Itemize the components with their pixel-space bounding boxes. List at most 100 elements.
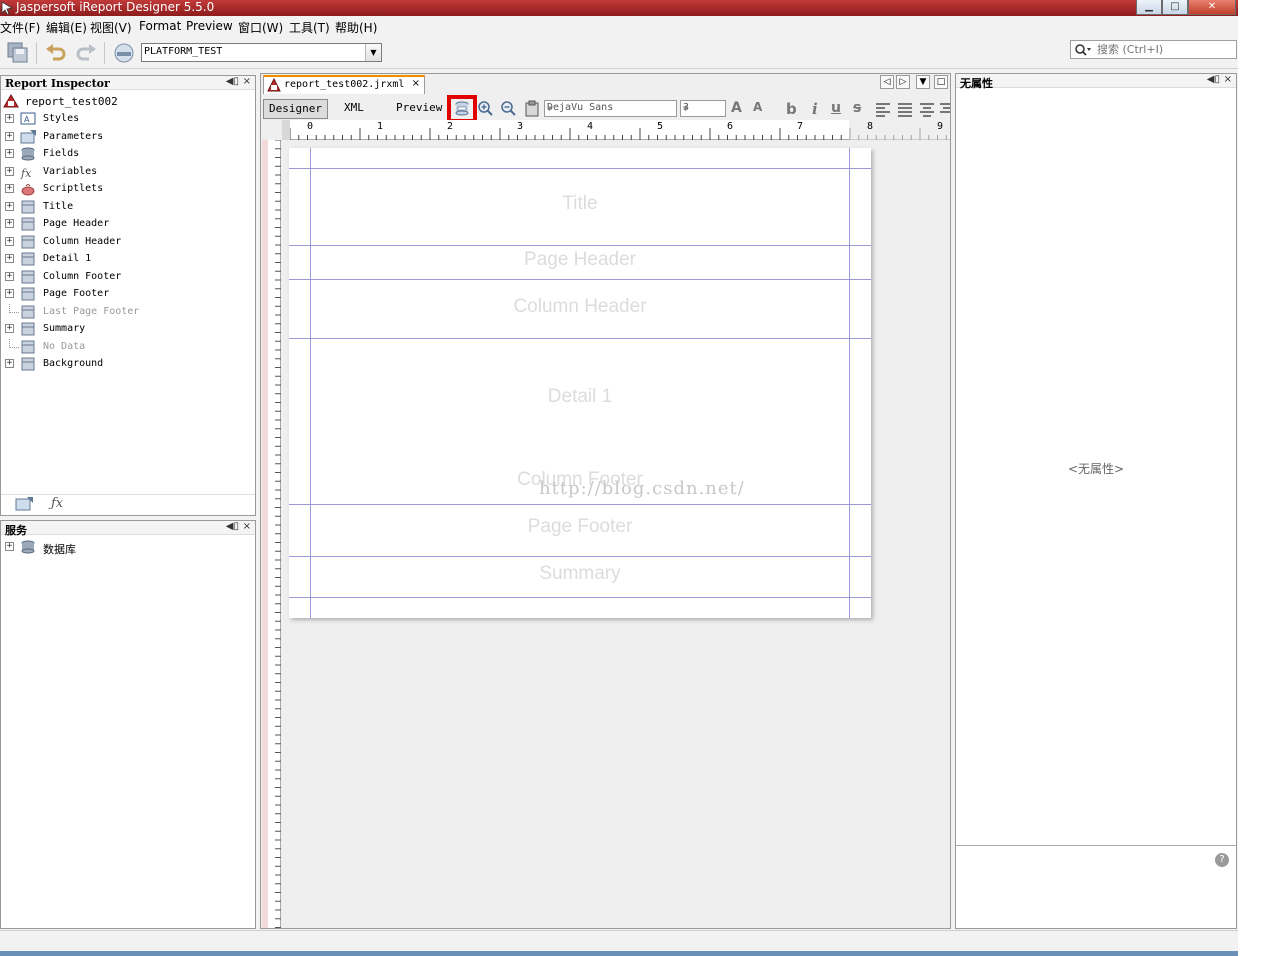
align-justify-icon[interactable] — [896, 100, 914, 118]
menu-window[interactable]: 窗口(W) — [238, 19, 283, 36]
underline-icon[interactable]: u — [831, 100, 849, 118]
maximize-button[interactable]: □ — [1162, 0, 1188, 15]
add-parameter-icon[interactable] — [13, 496, 35, 512]
tree-item-no-data[interactable]: No Data — [1, 338, 251, 356]
tree-item-scriptlets[interactable]: + Scriptlets — [1, 181, 251, 198]
scriptlets-icon — [21, 184, 35, 196]
expand-icon[interactable]: + — [5, 201, 14, 211]
band-page-footer[interactable]: Page Footer — [289, 516, 871, 538]
font-name-select[interactable]: DejaVu Sans ▼ — [544, 100, 677, 117]
minimize-panel-button[interactable]: ◀▯ — [226, 76, 239, 87]
report-query-icon[interactable] — [453, 100, 471, 118]
search-input[interactable] — [1097, 42, 1235, 57]
close-panel-button[interactable]: × — [243, 521, 251, 532]
tab-xml[interactable]: XML — [339, 99, 369, 119]
close-button[interactable]: ✕ — [1188, 0, 1236, 15]
chevron-down-icon[interactable]: ▼ — [365, 44, 381, 61]
maximize-window-icon[interactable]: □ — [934, 75, 948, 89]
align-center-icon[interactable] — [918, 100, 936, 118]
app-icon — [1, 1, 13, 15]
report-page[interactable]: Title Page Header Column Header Detail 1… — [289, 148, 871, 618]
document-tab[interactable]: report_test002.jrxml × — [263, 75, 425, 94]
bold-icon[interactable]: b — [786, 100, 804, 118]
increase-font-icon[interactable]: A — [731, 100, 749, 118]
close-panel-button[interactable]: × — [243, 76, 251, 87]
expand-icon[interactable]: + — [5, 289, 14, 298]
italic-icon[interactable]: i — [812, 100, 830, 118]
expand-icon[interactable]: + — [5, 114, 14, 123]
expand-icon[interactable]: + — [5, 166, 14, 176]
zoom-out-icon[interactable] — [500, 100, 518, 118]
redo-icon[interactable] — [74, 41, 98, 65]
minimize-panel-button[interactable]: ◀▯ — [226, 521, 239, 532]
align-right-icon[interactable] — [940, 100, 950, 118]
tree-item-fields[interactable]: + Fields — [1, 146, 251, 163]
tree-item-column-footer[interactable]: + Column Footer — [1, 269, 251, 286]
tree-item-variables[interactable]: + ƒx Variables — [1, 164, 251, 181]
properties-header: 无属性 ◀▯ × — [956, 74, 1236, 90]
band-title[interactable]: Title — [289, 193, 871, 215]
expand-icon[interactable]: + — [5, 542, 14, 551]
scroll-left-icon[interactable]: ◁ — [880, 75, 894, 89]
save-all-icon[interactable] — [6, 41, 30, 65]
expand-icon[interactable]: + — [5, 271, 14, 281]
menu-edit[interactable]: 编辑(E) — [46, 19, 87, 36]
menu-file[interactable]: 文件(F) — [0, 19, 40, 36]
expand-icon[interactable]: + — [5, 184, 14, 193]
menu-tools[interactable]: 工具(T) — [289, 19, 330, 36]
tab-designer[interactable]: Designer — [263, 99, 328, 119]
paste-format-icon[interactable] — [523, 100, 541, 118]
tree-item-column-header[interactable]: + Column Header — [1, 234, 251, 251]
tree-item-last-page-footer[interactable]: Last Page Footer — [1, 303, 251, 321]
strikethrough-icon[interactable]: s — [853, 100, 871, 118]
show-opened-documents-icon[interactable]: ▼ — [916, 75, 930, 89]
search-icon[interactable] — [1074, 43, 1092, 57]
menu-help[interactable]: 帮助(H) — [335, 19, 377, 36]
expression-fx-icon[interactable]: ƒx — [51, 496, 63, 511]
expand-icon[interactable]: + — [5, 149, 14, 158]
expand-icon[interactable]: + — [5, 236, 14, 246]
tree-item-styles[interactable]: + A Styles — [1, 111, 251, 128]
tree-item-label: Column Header — [43, 235, 122, 247]
tree-root-label: report_test002 — [25, 95, 118, 108]
menu-preview[interactable]: Preview — [186, 19, 233, 33]
band-column-header[interactable]: Column Header — [289, 296, 871, 318]
band-boundary — [289, 338, 871, 339]
tree-item-detail-1[interactable]: + Detail 1 — [1, 251, 251, 268]
expand-icon[interactable]: + — [5, 324, 14, 333]
expand-icon[interactable]: + — [5, 254, 14, 263]
chevron-down-icon[interactable]: ▼ — [683, 101, 723, 116]
tree-item-title[interactable]: + Title — [1, 199, 251, 216]
zoom-in-icon[interactable] — [477, 100, 495, 118]
expand-icon[interactable]: + — [5, 131, 14, 141]
scroll-right-icon[interactable]: ▷ — [896, 75, 910, 89]
tree-item-page-header[interactable]: + Page Header — [1, 216, 251, 233]
tree-item-summary[interactable]: + Summary — [1, 321, 251, 338]
decrease-font-icon[interactable]: A — [753, 100, 771, 118]
search-box[interactable] — [1070, 40, 1237, 59]
chevron-down-icon[interactable]: ▼ — [547, 101, 674, 116]
tree-item-parameters[interactable]: + Parameters — [1, 129, 251, 146]
band-detail-1[interactable]: Detail 1 — [289, 386, 871, 408]
tab-preview[interactable]: Preview — [391, 99, 447, 119]
menu-format[interactable]: Format — [139, 19, 181, 33]
band-page-header[interactable]: Page Header — [289, 249, 871, 271]
connection-select[interactable]: PLATFORM_TEST ▼ — [141, 43, 382, 62]
help-icon[interactable]: ? — [1215, 853, 1229, 867]
minimize-panel-button[interactable]: ◀▯ — [1207, 74, 1220, 85]
tree-item-database[interactable]: + 数据库 — [1, 539, 251, 556]
expand-icon[interactable]: + — [5, 219, 14, 228]
tree-root-report[interactable]: report_test002 — [1, 93, 251, 110]
menu-view[interactable]: 视图(V) — [90, 19, 132, 36]
font-size-select[interactable]: 3 ▼ — [680, 100, 726, 117]
close-panel-button[interactable]: × — [1224, 74, 1232, 85]
band-summary[interactable]: Summary — [289, 563, 871, 585]
close-tab-icon[interactable]: × — [412, 78, 420, 89]
tree-item-page-footer[interactable]: + Page Footer — [1, 286, 251, 303]
report-wizard-icon[interactable] — [112, 41, 136, 65]
align-left-icon[interactable] — [874, 100, 892, 118]
minimize-button[interactable]: ▁ — [1136, 0, 1162, 15]
undo-icon[interactable] — [44, 41, 68, 65]
expand-icon[interactable]: + — [5, 359, 14, 368]
tree-item-background[interactable]: + Background — [1, 356, 251, 373]
